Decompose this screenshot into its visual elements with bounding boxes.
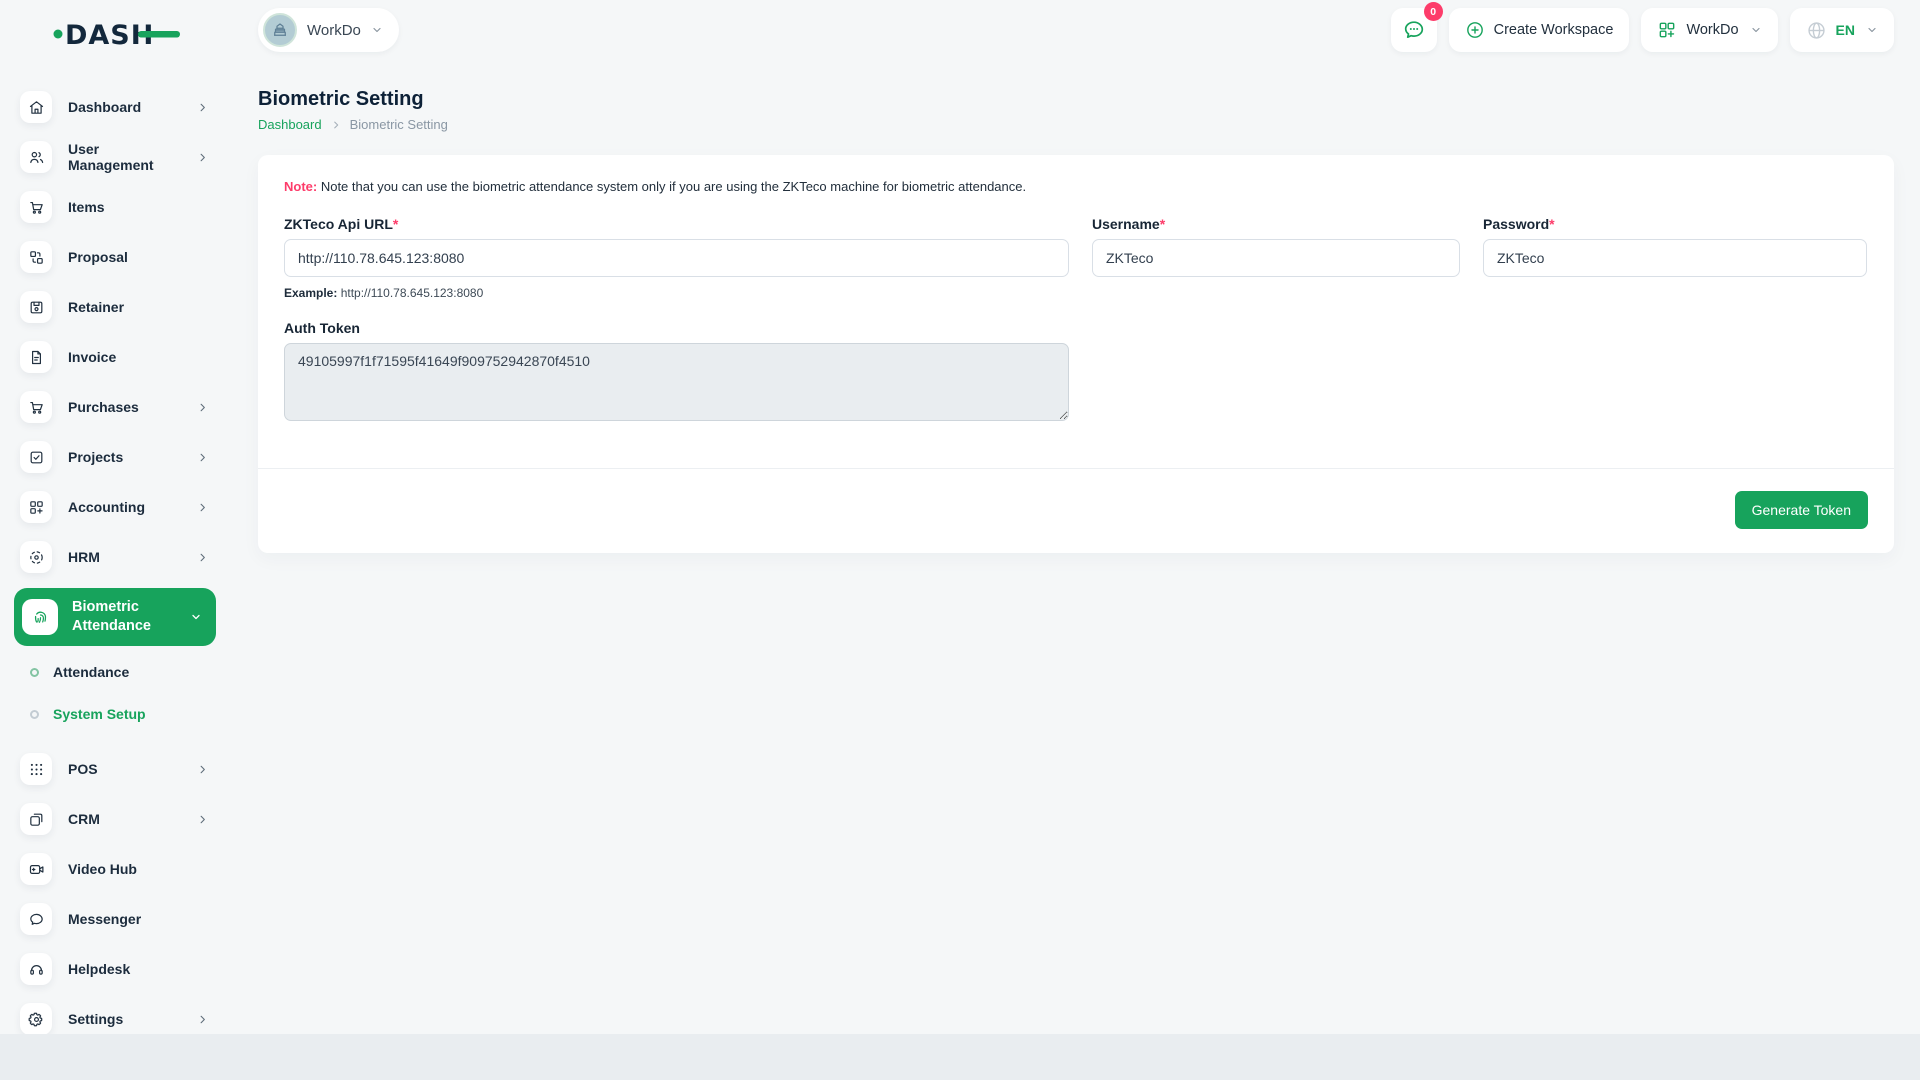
hrm-icon — [20, 541, 52, 573]
accounting-icon — [20, 491, 52, 523]
sidebar-item-invoice[interactable]: Invoice — [14, 338, 216, 376]
workspace-menu-button[interactable]: WorkDo — [1641, 8, 1777, 52]
chevron-right-icon — [331, 120, 341, 130]
sidebar-item-hrm[interactable]: HRM — [14, 538, 216, 576]
chevron-right-icon — [197, 552, 208, 563]
password-label: Password* — [1483, 216, 1867, 232]
video-icon — [20, 853, 52, 885]
chevron-down-icon — [190, 611, 202, 623]
api-url-input[interactable] — [284, 239, 1069, 277]
chevron-right-icon — [197, 152, 208, 163]
chevron-right-icon — [197, 452, 208, 463]
workspace-name: WorkDo — [307, 22, 361, 39]
sidebar-item-video-hub[interactable]: Video Hub — [14, 850, 216, 888]
create-workspace-button[interactable]: Create Workspace — [1449, 8, 1630, 52]
language-selector[interactable]: EN — [1790, 8, 1894, 52]
biometric-setting-card: Note: Note that you can use the biometri… — [258, 155, 1894, 553]
bullet-circle-icon — [30, 668, 39, 677]
plus-circle-icon — [1465, 20, 1485, 40]
workspace-grid-icon — [1657, 20, 1677, 40]
sidebar-item-accounting[interactable]: Accounting — [14, 488, 216, 526]
sidebar-item-projects[interactable]: Projects — [14, 438, 216, 476]
messages-badge: 0 — [1424, 2, 1443, 21]
chevron-right-icon — [197, 402, 208, 413]
sidebar: Dashboard User Management Items — [0, 0, 230, 1080]
create-workspace-label: Create Workspace — [1494, 22, 1614, 38]
sidebar-item-messenger[interactable]: Messenger — [14, 900, 216, 938]
chevron-right-icon — [197, 764, 208, 775]
required-mark: * — [1160, 216, 1165, 232]
building-icon — [271, 21, 289, 39]
chevron-down-icon — [371, 24, 383, 36]
globe-icon — [1806, 20, 1827, 41]
helpdesk-icon — [20, 953, 52, 985]
username-label: Username* — [1092, 216, 1460, 232]
api-url-example: Example: http://110.78.645.123:8080 — [284, 286, 1069, 300]
sidebar-item-crm[interactable]: CRM — [14, 800, 216, 838]
page-bottom-strip — [0, 1034, 1920, 1080]
crm-icon — [20, 803, 52, 835]
chevron-right-icon — [197, 1014, 208, 1025]
sidebar-item-user-management[interactable]: User Management — [14, 138, 216, 176]
sidebar-item-proposal[interactable]: Proposal — [14, 238, 216, 276]
password-input[interactable] — [1483, 239, 1867, 277]
chevron-right-icon — [197, 102, 208, 113]
required-mark: * — [1549, 216, 1554, 232]
workspace-menu-label: WorkDo — [1686, 22, 1738, 38]
bullet-circle-icon — [30, 710, 39, 719]
breadcrumb-current: Biometric Setting — [350, 117, 448, 132]
breadcrumb: Dashboard Biometric Setting — [258, 117, 448, 132]
chevron-down-icon — [1750, 24, 1762, 36]
messages-button[interactable]: 0 — [1391, 8, 1437, 52]
username-input[interactable] — [1092, 239, 1460, 277]
breadcrumb-dashboard-link[interactable]: Dashboard — [258, 117, 322, 132]
auth-token-label: Auth Token — [284, 320, 1069, 336]
messenger-icon — [20, 903, 52, 935]
sidebar-item-settings[interactable]: Settings — [14, 1000, 216, 1038]
sidebar-item-biometric-attendance[interactable]: Biometric Attendance — [14, 588, 216, 646]
sidebar-item-retainer[interactable]: Retainer — [14, 288, 216, 326]
page-title: Biometric Setting — [258, 88, 424, 111]
sidebar-item-items[interactable]: Items — [14, 188, 216, 226]
note-text: Note: Note that you can use the biometri… — [284, 179, 1868, 194]
chevron-right-icon — [197, 814, 208, 825]
sidebar-item-purchases[interactable]: Purchases — [14, 388, 216, 426]
sidebar-subitem-system-setup[interactable]: System Setup — [14, 700, 216, 728]
sidebar-item-dashboard[interactable]: Dashboard — [14, 88, 216, 126]
language-code: EN — [1836, 22, 1855, 38]
users-icon — [20, 141, 52, 173]
note-label: Note: — [284, 179, 317, 194]
chevron-down-icon — [1866, 24, 1878, 36]
invoice-icon — [20, 341, 52, 373]
retainer-icon — [20, 291, 52, 323]
workspace-avatar — [263, 13, 297, 47]
sidebar-subitem-attendance[interactable]: Attendance — [14, 658, 216, 686]
projects-icon — [20, 441, 52, 473]
pos-icon — [20, 753, 52, 785]
generate-token-button[interactable]: Generate Token — [1735, 491, 1868, 529]
required-mark: * — [393, 216, 398, 232]
sidebar-item-helpdesk[interactable]: Helpdesk — [14, 950, 216, 988]
home-icon — [20, 91, 52, 123]
sidebar-item-pos[interactable]: POS — [14, 750, 216, 788]
chat-bubble-icon — [1402, 18, 1426, 42]
cart-icon — [20, 191, 52, 223]
workspace-selector[interactable]: WorkDo — [258, 8, 399, 52]
purchases-icon — [20, 391, 52, 423]
chevron-right-icon — [197, 502, 208, 513]
auth-token-textarea[interactable]: 49105997f1f71595f41649f909752942870f4510 — [284, 343, 1069, 421]
gear-icon — [20, 1003, 52, 1035]
fingerprint-icon — [22, 599, 58, 635]
api-url-label: ZKTeco Api URL* — [284, 216, 1069, 232]
proposal-icon — [20, 241, 52, 273]
